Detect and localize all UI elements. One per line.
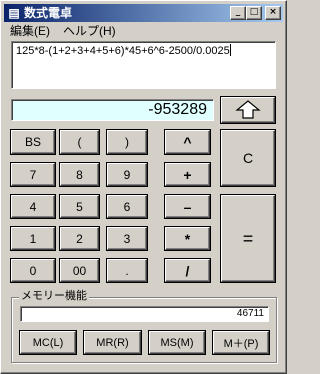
divide-label: / [185, 262, 190, 279]
expression-input[interactable]: 125*8-(1+2+3+4+5+6)*45+6^6-2500/0.0025 [11, 41, 276, 89]
key-2-label: 2 [76, 231, 83, 246]
key-9-label: 9 [123, 167, 131, 182]
memory-clear-label: MC(L) [32, 336, 64, 349]
key-6[interactable]: 6 [107, 195, 147, 218]
key-9[interactable]: 9 [107, 163, 147, 186]
menu-bar: 編集(E) ヘルプ(H) [4, 22, 283, 40]
multiply-button[interactable]: * [165, 227, 210, 250]
menu-edit[interactable]: 編集(E) [10, 24, 50, 38]
key-8[interactable]: 8 [60, 163, 99, 186]
memory-display: 46711 [20, 306, 269, 322]
close-icon: × [269, 7, 277, 17]
arrow-up-icon [235, 100, 261, 119]
left-paren-button[interactable]: ( [60, 130, 99, 154]
minus-label: – [183, 198, 192, 215]
key-00[interactable]: 00 [60, 259, 99, 282]
text-caret [229, 44, 231, 56]
result-display: -953289 [11, 99, 214, 121]
key-4-label: 4 [29, 199, 37, 214]
key-6-label: 6 [123, 199, 131, 214]
maximize-icon: □ [249, 7, 259, 17]
key-4[interactable]: 4 [11, 195, 55, 218]
key-2[interactable]: 2 [60, 227, 99, 250]
history-up-button[interactable] [221, 97, 275, 123]
key-1[interactable]: 1 [11, 227, 55, 250]
plus-label: + [183, 166, 192, 183]
memory-add-label: M＋(P) [223, 337, 259, 350]
right-paren-label: ) [125, 135, 129, 149]
key-0[interactable]: 0 [11, 259, 55, 282]
key-5-label: 5 [76, 199, 83, 214]
close-button[interactable]: × [265, 6, 281, 20]
memory-store-label: MS(M) [160, 336, 194, 349]
key-7-label: 7 [29, 167, 37, 182]
menu-help[interactable]: ヘルプ(H) [63, 24, 116, 38]
key-00-label: 00 [72, 263, 87, 278]
key-5[interactable]: 5 [60, 195, 99, 218]
multiply-label: * [184, 230, 191, 247]
equals-button[interactable]: = [221, 195, 275, 282]
divide-button[interactable]: / [165, 259, 210, 282]
memory-add-button[interactable]: M＋(P) [213, 331, 269, 354]
key-1-label: 1 [29, 231, 37, 246]
decimal-point-label: . [125, 263, 129, 278]
key-0-label: 0 [29, 263, 37, 278]
memory-recall-button[interactable]: MR(R) [84, 331, 141, 354]
minus-button[interactable]: – [165, 195, 210, 218]
memory-recall-label: MR(R) [96, 336, 129, 349]
maximize-button[interactable]: □ [246, 6, 262, 20]
decimal-point-button[interactable]: . [107, 259, 147, 282]
calculator-icon: ▤ [8, 6, 20, 20]
memory-store-button[interactable]: MS(M) [149, 331, 205, 354]
clear-label: C [242, 150, 254, 166]
memory-group-label: メモリー機能 [19, 290, 89, 303]
key-7[interactable]: 7 [11, 163, 55, 186]
plus-button[interactable]: + [165, 163, 210, 186]
equals-label: = [242, 228, 254, 248]
calculator-window: ▤ 数式電卓 _ □ × 編集(E) ヘルプ(H) 125*8-(1+2+3+4… [0, 0, 287, 374]
minimize-button[interactable]: _ [230, 6, 246, 20]
power-label: ^ [183, 134, 192, 150]
key-3[interactable]: 3 [107, 227, 147, 250]
title-bar[interactable]: ▤ 数式電卓 _ □ × [4, 4, 283, 22]
backspace-button[interactable]: BS [11, 130, 55, 154]
key-8-label: 8 [76, 167, 83, 182]
clear-button[interactable]: C [221, 130, 275, 186]
minimize-icon: _ [235, 7, 241, 17]
power-button[interactable]: ^ [165, 130, 210, 154]
key-3-label: 3 [123, 231, 131, 246]
backspace-label: BS [24, 135, 41, 149]
window-title: 数式電卓 [24, 6, 73, 20]
right-paren-button[interactable]: ) [107, 130, 147, 154]
memory-clear-button[interactable]: MC(L) [20, 331, 76, 354]
left-paren-label: ( [77, 135, 82, 149]
expression-text: 125*8-(1+2+3+4+5+6)*45+6^6-2500/0.0025 [16, 45, 230, 57]
